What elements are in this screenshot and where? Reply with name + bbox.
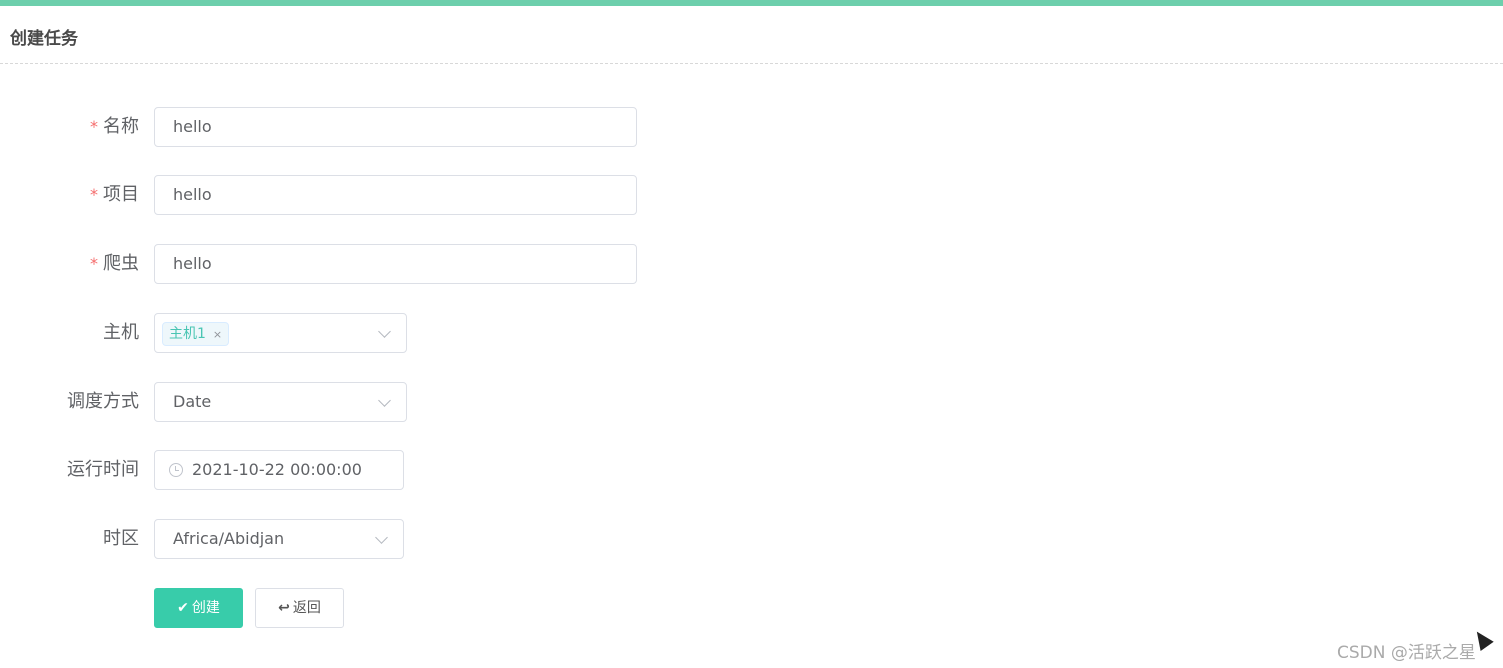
form-row-run-time: 运行时间 2021-10-22 00:00:00 <box>0 450 700 490</box>
schedule-select[interactable]: Date <box>154 382 407 422</box>
name-label: * 名称 <box>90 116 139 137</box>
chevron-down-icon <box>378 394 391 407</box>
schedule-value: Date <box>173 392 212 411</box>
name-input[interactable]: hello <box>154 107 637 147</box>
project-label: * 项目 <box>90 184 139 205</box>
reply-icon: ↩ <box>278 600 290 616</box>
form-row-name: * 名称 hello <box>0 107 700 147</box>
timezone-select[interactable]: Africa/Abidjan <box>154 519 404 559</box>
schedule-label: 调度方式 <box>67 391 139 412</box>
form-row-host: 主机 主机1 × <box>0 313 700 353</box>
page-header: 创建任务 <box>0 6 1503 64</box>
host-tag: 主机1 × <box>162 322 230 346</box>
form-row-schedule: 调度方式 Date <box>0 382 700 422</box>
project-input[interactable]: hello <box>154 175 637 215</box>
watermark: CSDN @活跃之星 <box>1337 643 1476 663</box>
page-title: 创建任务 <box>10 29 78 49</box>
required-mark: * <box>90 254 98 273</box>
form-row-project: * 项目 hello <box>0 175 700 215</box>
timezone-value: Africa/Abidjan <box>173 529 285 548</box>
run-time-value: 2021-10-22 00:00:00 <box>192 460 362 479</box>
chevron-down-icon <box>378 325 391 338</box>
run-time-picker[interactable]: 2021-10-22 00:00:00 <box>154 450 404 490</box>
clock-icon <box>169 463 183 477</box>
host-label: 主机 <box>103 322 139 343</box>
form-row-timezone: 时区 Africa/Abidjan <box>0 519 700 559</box>
run-time-label: 运行时间 <box>67 459 139 480</box>
form-row-spider: * 爬虫 hello <box>0 244 700 284</box>
required-mark: * <box>90 185 98 204</box>
tag-close-icon[interactable]: × <box>213 328 222 341</box>
chevron-down-icon <box>375 531 388 544</box>
timezone-label: 时区 <box>103 528 139 549</box>
spider-input[interactable]: hello <box>154 244 637 284</box>
create-button[interactable]: ✔ 创建 <box>154 588 243 628</box>
check-icon: ✔ <box>177 600 189 616</box>
back-button[interactable]: ↩ 返回 <box>255 588 344 628</box>
required-mark: * <box>90 117 98 136</box>
spider-label: * 爬虫 <box>90 253 139 274</box>
host-select[interactable]: 主机1 × <box>154 313 407 353</box>
